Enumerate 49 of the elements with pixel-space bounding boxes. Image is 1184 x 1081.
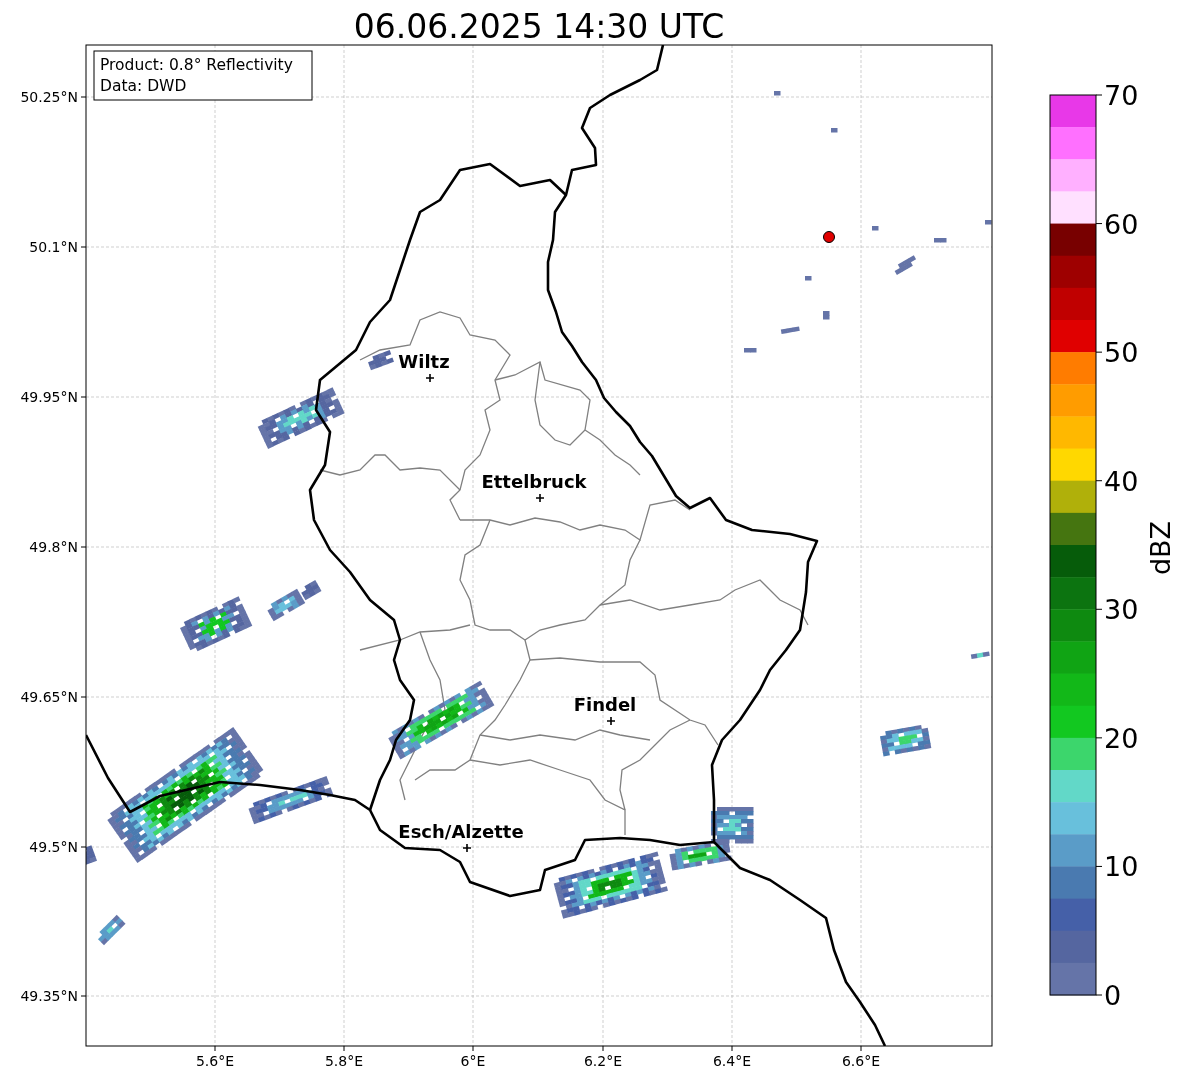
radar-echo bbox=[831, 128, 838, 133]
city-marker-icon bbox=[425, 373, 435, 383]
location-marker-icon bbox=[823, 231, 835, 243]
colorbar-tick-label: 70 bbox=[1104, 80, 1139, 111]
latitude-label: 49.95°N bbox=[20, 389, 78, 405]
latitude-label: 50.1°N bbox=[29, 239, 78, 255]
radar-echo bbox=[894, 255, 917, 275]
city-label: Esch/Alzette bbox=[398, 821, 524, 842]
latitude-label: 50.25°N bbox=[20, 89, 78, 105]
radar-echo bbox=[744, 348, 757, 353]
city-label: Ettelbruck bbox=[481, 471, 587, 492]
radar-echo bbox=[805, 276, 812, 281]
colorbar-tick-label: 10 bbox=[1104, 851, 1139, 883]
radar-echo bbox=[985, 220, 992, 225]
longitude-label: 5.8°E bbox=[324, 1053, 364, 1069]
colorbar-tick-label: 20 bbox=[1104, 722, 1139, 754]
latitude-label: 49.65°N bbox=[20, 689, 78, 705]
longitude-label: 6.2°E bbox=[583, 1053, 623, 1069]
radar-echo bbox=[970, 651, 990, 659]
latitude-label: 49.8°N bbox=[29, 539, 78, 555]
info-text: Product: 0.8° Reflectivity bbox=[100, 56, 293, 74]
chart-title: 06.06.2025 14:30 UTC bbox=[353, 7, 725, 46]
colorbar-tick-label: 0 bbox=[1104, 980, 1122, 1011]
colorbar-tick-label: 60 bbox=[1104, 208, 1139, 240]
longitude-label: 6°E bbox=[460, 1053, 486, 1069]
radar-echo bbox=[823, 311, 830, 320]
radar-echo bbox=[880, 724, 932, 757]
radar-echo bbox=[368, 350, 394, 371]
city-marker-icon bbox=[462, 843, 472, 853]
colorbar-label: dBZ bbox=[1145, 520, 1176, 576]
latitude-label: 49.5°N bbox=[29, 839, 78, 855]
city-marker-icon bbox=[606, 716, 616, 726]
city-label: Findel bbox=[573, 694, 637, 715]
radar-echo bbox=[98, 914, 126, 946]
colorbar-tick-label: 40 bbox=[1104, 465, 1139, 497]
longitude-label: 5.6°E bbox=[195, 1053, 235, 1069]
city-label: Wiltz bbox=[398, 351, 450, 372]
longitude-label: 6.6°E bbox=[841, 1053, 881, 1069]
city-marker-icon bbox=[535, 493, 545, 503]
radar-echo bbox=[86, 845, 97, 866]
latitude-label: 49.35°N bbox=[20, 988, 78, 1004]
colorbar-tick-label: 30 bbox=[1104, 594, 1139, 626]
longitude-label: 6.4°E bbox=[712, 1053, 752, 1069]
radar-echo bbox=[774, 91, 781, 96]
colorbar-tick-label: 50 bbox=[1104, 337, 1139, 369]
info-text: Data: DWD bbox=[100, 77, 187, 95]
radar-echo bbox=[872, 226, 879, 231]
radar-echo bbox=[780, 326, 800, 334]
radar-echo bbox=[934, 238, 947, 243]
